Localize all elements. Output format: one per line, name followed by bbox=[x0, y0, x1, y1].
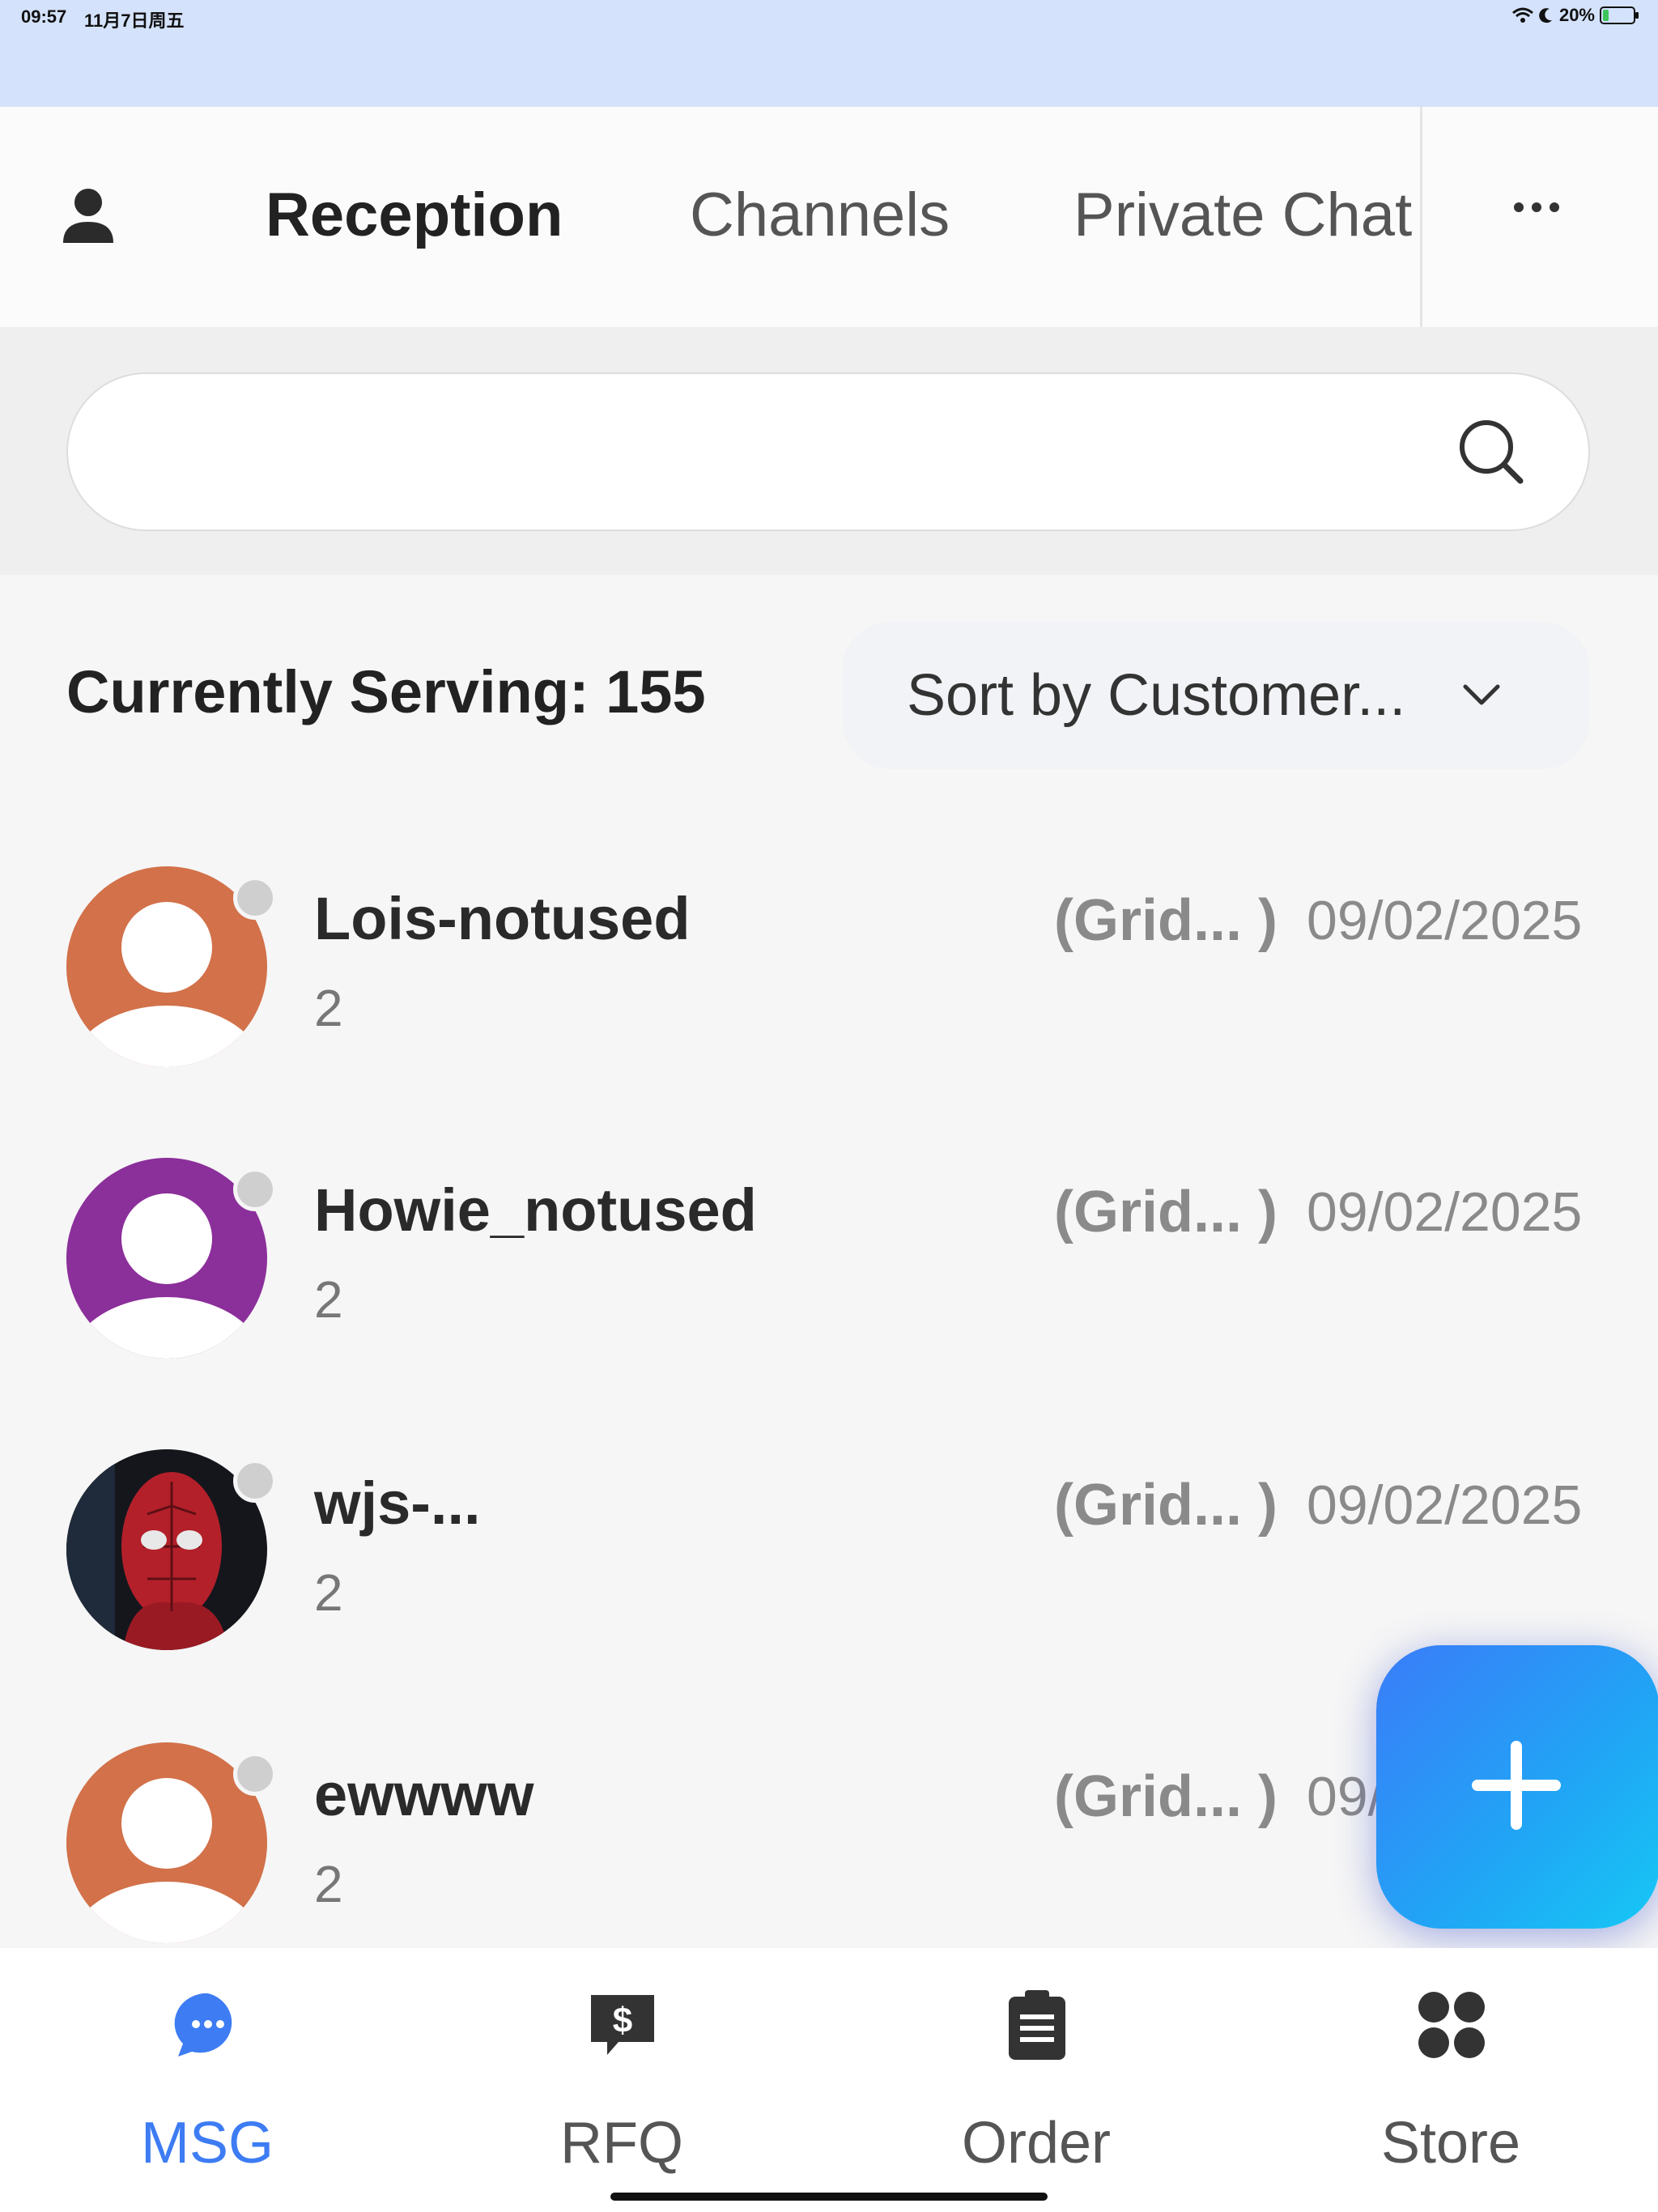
group-label: (Grid... ) bbox=[1054, 1473, 1278, 1538]
status-date: 11月7日周五 bbox=[84, 11, 185, 31]
message-count: 2 bbox=[314, 1270, 343, 1329]
contact-name: Lois-notused bbox=[314, 885, 691, 952]
status-indicators: 20% bbox=[1511, 5, 1639, 26]
battery-percent: 20% bbox=[1558, 5, 1595, 25]
tab-reception[interactable]: Reception bbox=[266, 180, 563, 250]
person-icon[interactable] bbox=[62, 188, 115, 246]
message-date: 09/ bbox=[1307, 1766, 1384, 1827]
message-count: 2 bbox=[314, 979, 343, 1037]
group-label: (Grid... ) bbox=[1054, 888, 1278, 953]
chat-bubble-icon bbox=[174, 1993, 232, 2057]
dollar-quote-icon: $ bbox=[591, 1995, 654, 2055]
more-dots-icon[interactable] bbox=[1514, 202, 1559, 212]
nav-rfq-label: RFQ bbox=[560, 2111, 683, 2176]
battery-icon bbox=[1600, 6, 1639, 24]
nav-divider bbox=[1420, 107, 1422, 327]
home-indicator bbox=[610, 2193, 1048, 2201]
tab-private-chat[interactable]: Private Chat bbox=[1073, 180, 1412, 250]
chevron-down-icon bbox=[1463, 684, 1500, 705]
nav-store-label: Store bbox=[1380, 2111, 1521, 2176]
status-dot bbox=[233, 1168, 277, 1211]
contact-name: ewwww bbox=[314, 1761, 534, 1828]
contact-name: wjs-... bbox=[314, 1470, 481, 1537]
moon-icon bbox=[1539, 8, 1552, 23]
sort-dropdown[interactable]: Sort by Customer... bbox=[842, 622, 1590, 769]
add-button[interactable] bbox=[1376, 1645, 1658, 1929]
wifi-icon bbox=[1511, 7, 1533, 23]
clipboard-icon bbox=[1009, 1990, 1065, 2060]
group-label: (Grid... ) bbox=[1054, 1764, 1278, 1829]
status-bar: 09:57 11月7日周五 20% bbox=[0, 0, 1658, 107]
conversation-row[interactable]: Lois-notused 2 (Grid... ) 09/02/2025 bbox=[0, 842, 1658, 1134]
nav-msg-label: MSG bbox=[140, 2111, 274, 2176]
status-dot bbox=[233, 876, 277, 920]
nav-rfq[interactable]: $ RFQ bbox=[414, 1948, 829, 2212]
message-date: 09/02/2025 bbox=[1307, 890, 1583, 951]
sort-label: Sort by Customer... bbox=[907, 663, 1406, 728]
nav-order-label: Order bbox=[961, 2111, 1112, 2176]
nav-msg[interactable]: MSG bbox=[0, 1948, 414, 2212]
message-count: 2 bbox=[314, 1563, 343, 1622]
currently-serving: Currently Serving: 155 bbox=[66, 658, 706, 725]
conversation-row[interactable]: Howie_notused 2 (Grid... ) 09/02/2025 bbox=[0, 1134, 1658, 1425]
battery-fill bbox=[1603, 10, 1609, 21]
search-box[interactable] bbox=[66, 372, 1590, 531]
search-icon[interactable] bbox=[1457, 418, 1525, 486]
search-input[interactable] bbox=[125, 423, 1420, 484]
message-date: 09/02/2025 bbox=[1307, 1181, 1583, 1243]
status-dot bbox=[233, 1752, 277, 1796]
group-label: (Grid... ) bbox=[1054, 1180, 1278, 1244]
status-dot bbox=[233, 1459, 277, 1503]
status-time: 09:57 bbox=[21, 6, 67, 27]
tab-channels[interactable]: Channels bbox=[690, 180, 950, 250]
svg-text:$: $ bbox=[613, 2001, 632, 2040]
message-date: 09/02/2025 bbox=[1307, 1474, 1583, 1536]
nav-order[interactable]: Order bbox=[829, 1948, 1244, 2212]
message-count: 2 bbox=[314, 1855, 343, 1913]
contact-name: Howie_notused bbox=[314, 1176, 757, 1244]
nav-store[interactable]: Store bbox=[1244, 1948, 1658, 2212]
grid-clover-icon bbox=[1418, 1992, 1485, 2058]
